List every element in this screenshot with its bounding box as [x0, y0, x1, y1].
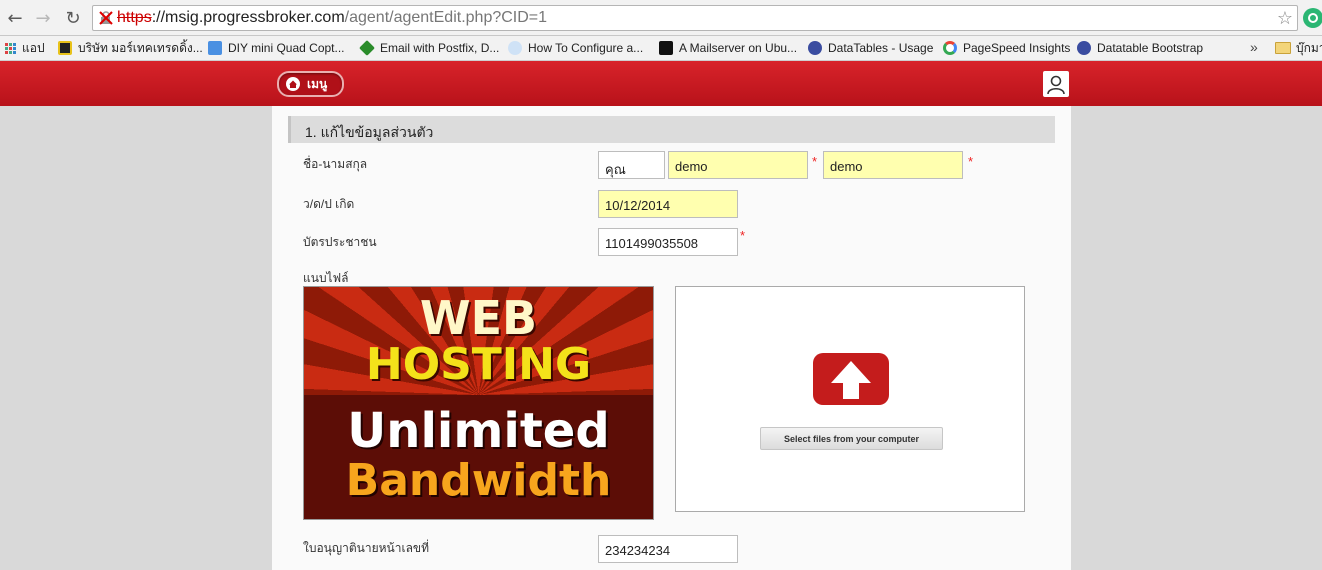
bookmark-item[interactable]: DataTables - Usage: [808, 39, 933, 57]
joomla-icon: [58, 41, 72, 55]
id-card-label: บัตรประชาชน: [303, 235, 377, 249]
required-mark: *: [740, 228, 746, 243]
user-profile-button[interactable]: [1043, 71, 1069, 97]
name-label: ชื่อ-นามสกุล: [303, 157, 368, 171]
drive-icon: [208, 41, 222, 55]
dob-label: ว/ด/ป เกิด: [303, 197, 355, 211]
bookmark-item[interactable]: A Mailserver on Ubu...: [659, 39, 797, 57]
cloud-icon: [508, 41, 522, 55]
license-field[interactable]: 234234234: [598, 535, 738, 563]
other-bookmarks[interactable]: บุ๊กมา: [1275, 39, 1322, 57]
ad-text: Bandwidth: [345, 455, 612, 506]
folder-icon: [1275, 42, 1291, 54]
apps-grid-icon: [5, 42, 16, 54]
menu-label: เมนู: [307, 76, 328, 91]
browser-toolbar: ← → ↻ https://msig.progressbroker.com/ag…: [0, 0, 1322, 36]
bookmarks-bar: แอป บริษัท มอร์เทคเทรดดิ้ง... DIY mini Q…: [0, 36, 1322, 61]
bookmark-item[interactable]: บริษัท มอร์เทคเทรดดิ้ง...: [58, 39, 203, 57]
id-card-field[interactable]: 1101499035508: [598, 228, 738, 256]
home-icon: [286, 77, 300, 91]
datatables-icon: [808, 41, 822, 55]
bookmark-item[interactable]: How To Configure a...: [508, 39, 643, 57]
bookmark-star-icon[interactable]: ☆: [1277, 8, 1293, 29]
app-header: เมนู: [0, 61, 1322, 106]
back-icon[interactable]: ←: [4, 7, 26, 29]
attached-image: WEB HOSTING Unlimited Bandwidth: [303, 286, 654, 520]
extension-icon[interactable]: [1303, 8, 1322, 28]
required-mark: *: [968, 154, 974, 169]
forward-icon[interactable]: →: [32, 7, 54, 29]
bookmark-apps[interactable]: แอป: [5, 39, 45, 57]
dob-field[interactable]: 10/12/2014: [598, 190, 738, 218]
section-title: 1. แก้ไขข้อมูลส่วนตัว: [288, 116, 1055, 143]
bookmark-item[interactable]: Email with Postfix, D...: [359, 39, 499, 57]
license-label: ใบอนุญาตินายหน้าเลขที่: [303, 541, 430, 555]
broken-lock-icon: [99, 11, 113, 25]
url-text: https://msig.progressbroker.com/agent/ag…: [117, 9, 548, 26]
file-upload-area[interactable]: Select files from your computer: [675, 286, 1025, 512]
last-name-field[interactable]: demo: [823, 151, 963, 179]
page-icon: [659, 41, 673, 55]
required-mark: *: [812, 154, 818, 169]
cube-icon: [359, 40, 375, 56]
select-files-button[interactable]: Select files from your computer: [760, 427, 943, 450]
reload-icon[interactable]: ↻: [62, 7, 84, 29]
menu-button[interactable]: เมนู: [277, 71, 344, 97]
user-icon: [1045, 73, 1067, 95]
edit-profile-panel: 1. แก้ไขข้อมูลส่วนตัว ชื่อ-นามสกุล คุณ d…: [272, 106, 1071, 570]
ad-text: Unlimited: [347, 403, 610, 459]
bookmark-item[interactable]: Datatable Bootstrap: [1077, 39, 1203, 57]
title-field[interactable]: คุณ: [598, 151, 665, 179]
bookmark-item[interactable]: DIY mini Quad Copt...: [208, 39, 345, 57]
first-name-field[interactable]: demo: [668, 151, 808, 179]
ad-text: WEB: [419, 291, 538, 345]
datatables-icon: [1077, 41, 1091, 55]
ad-text: HOSTING: [365, 339, 592, 390]
pagespeed-icon: [943, 41, 957, 55]
address-bar[interactable]: https://msig.progressbroker.com/agent/ag…: [92, 5, 1298, 31]
bookmark-item[interactable]: PageSpeed Insights: [943, 39, 1070, 57]
upload-icon: [813, 353, 889, 405]
more-bookmarks-icon[interactable]: »: [1250, 39, 1258, 55]
